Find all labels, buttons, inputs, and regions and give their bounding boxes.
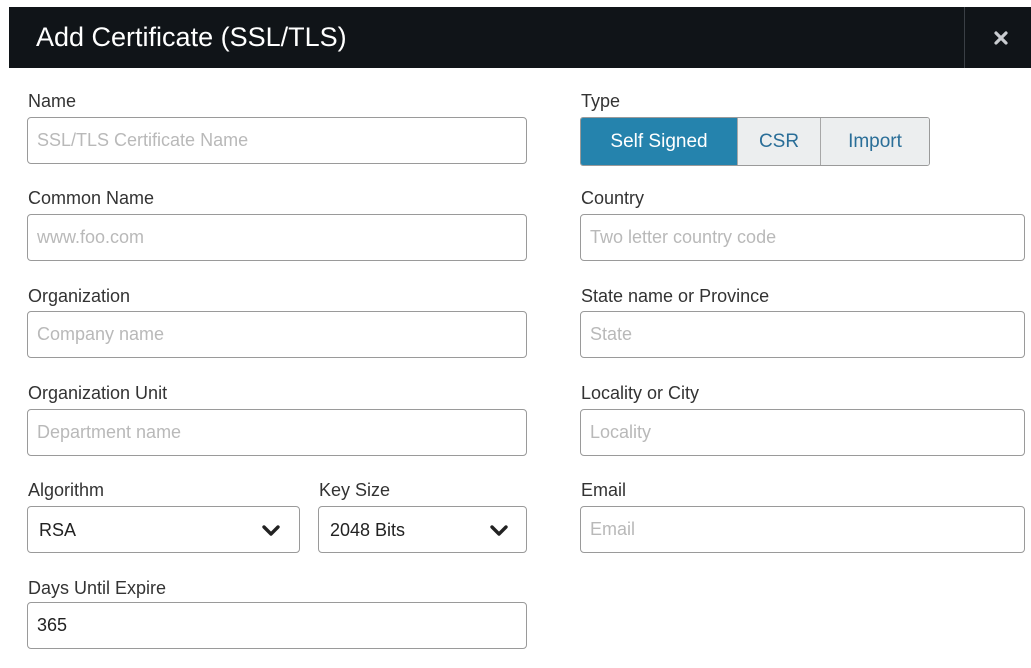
name-label: Name bbox=[28, 91, 77, 111]
days-until-expire-label: Days Until Expire bbox=[28, 578, 167, 598]
days-until-expire-input[interactable] bbox=[27, 602, 527, 649]
algorithm-select[interactable]: RSA bbox=[27, 506, 300, 553]
chevron-down-icon bbox=[490, 525, 508, 536]
close-button[interactable] bbox=[979, 19, 1023, 57]
locality-label: Locality or City bbox=[581, 383, 700, 403]
algorithm-value: RSA bbox=[39, 520, 77, 540]
key-size-select[interactable]: 2048 Bits bbox=[318, 506, 527, 553]
name-input[interactable] bbox=[27, 117, 527, 164]
locality-input[interactable] bbox=[580, 409, 1025, 456]
state-input[interactable] bbox=[580, 311, 1025, 358]
type-label: Type bbox=[581, 91, 621, 111]
country-input[interactable] bbox=[580, 214, 1025, 261]
add-certificate-dialog: Add Certificate (SSL/TLS) Name Common Na… bbox=[0, 0, 1031, 668]
type-import-button[interactable]: Import bbox=[820, 118, 929, 165]
close-icon bbox=[994, 31, 1008, 45]
key-size-label: Key Size bbox=[319, 480, 391, 500]
chevron-down-icon bbox=[262, 525, 280, 536]
country-label: Country bbox=[581, 188, 645, 208]
state-label: State name or Province bbox=[581, 286, 770, 306]
dialog-title: Add Certificate (SSL/TLS) bbox=[36, 22, 347, 52]
common-name-label: Common Name bbox=[28, 188, 155, 208]
email-input[interactable] bbox=[580, 506, 1025, 553]
certificate-type-toggle[interactable]: Self Signed CSR Import bbox=[580, 117, 930, 166]
header-divider bbox=[964, 7, 965, 68]
common-name-input[interactable] bbox=[27, 214, 527, 261]
organization-unit-input[interactable] bbox=[27, 409, 527, 456]
type-csr-button[interactable]: CSR bbox=[737, 118, 820, 165]
organization-unit-label: Organization Unit bbox=[28, 383, 168, 403]
algorithm-label: Algorithm bbox=[28, 480, 105, 500]
email-label: Email bbox=[581, 480, 627, 500]
dialog-header: Add Certificate (SSL/TLS) bbox=[9, 7, 1031, 68]
key-size-value: 2048 Bits bbox=[330, 520, 406, 540]
organization-label: Organization bbox=[28, 286, 131, 306]
type-self-signed-button[interactable]: Self Signed bbox=[581, 118, 737, 165]
organization-input[interactable] bbox=[27, 311, 527, 358]
